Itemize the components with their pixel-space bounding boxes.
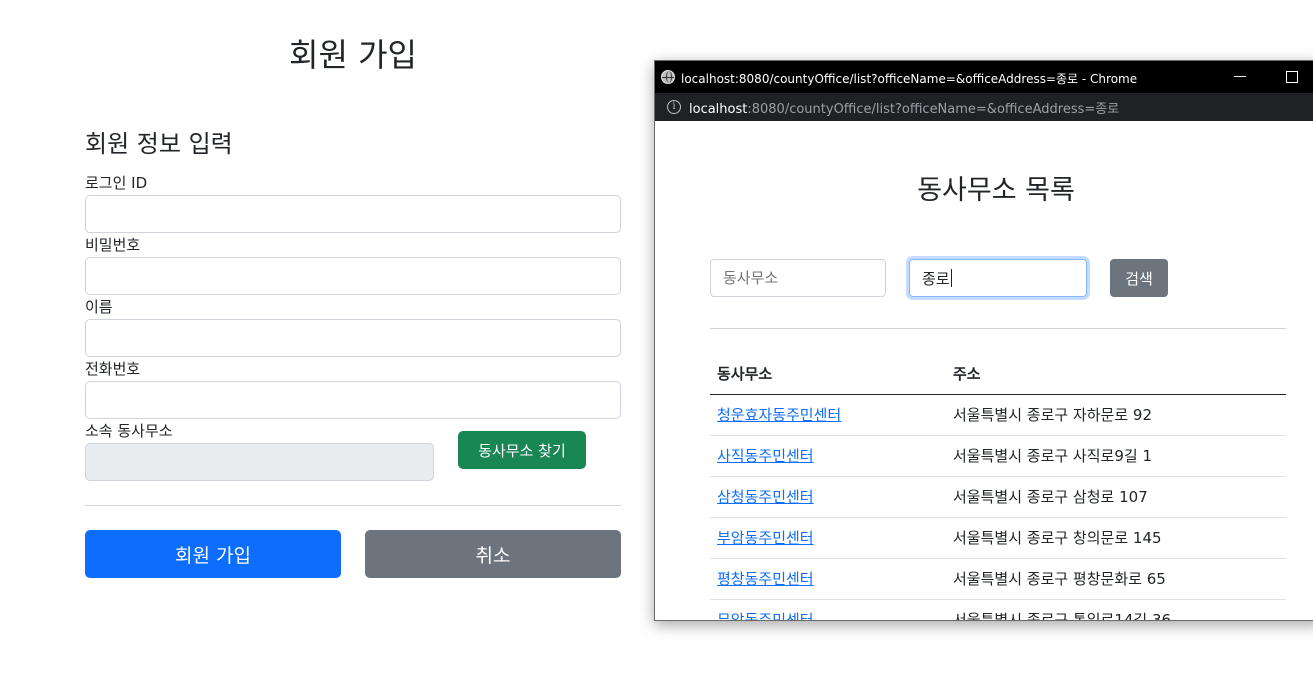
phone-label: 전화번호 [85, 360, 141, 378]
signup-submit-button[interactable]: 회원 가입 [85, 530, 341, 578]
office-table: 동사무소 주소 청운효자동주민센터 서울특별시 종로구 자하문로 92 사직동주… [710, 354, 1286, 620]
password-input[interactable] [85, 257, 621, 295]
minimize-icon[interactable]: — [1229, 67, 1251, 87]
table-row: 평창동주민센터 서울특별시 종로구 평창문화로 65 [710, 558, 1286, 600]
globe-icon [661, 70, 675, 84]
office-name-search-input[interactable] [710, 259, 886, 297]
office-address-search-input[interactable]: 종로 [909, 259, 1087, 297]
cancel-button[interactable]: 취소 [365, 530, 621, 578]
table-row: 무악동주민센터 서울특별시 종로구 통일로14길 36 [710, 599, 1286, 620]
info-icon[interactable]: i [667, 100, 681, 114]
office-link[interactable]: 삼청동주민센터 [717, 488, 814, 506]
office-address: 서울특별시 종로구 평창문화로 65 [946, 558, 1286, 600]
table-header-row: 동사무소 주소 [710, 354, 1286, 395]
popup-titlebar[interactable]: localhost:8080/countyOffice/list?officeN… [655, 61, 1313, 93]
page-title: 회원 가입 [289, 36, 417, 74]
maximize-icon[interactable] [1281, 67, 1303, 87]
name-label: 이름 [85, 298, 113, 316]
address-path: :8080/countyOffice/list?officeName=&offi… [747, 102, 1120, 117]
search-button[interactable]: 검색 [1110, 259, 1168, 297]
name-input[interactable] [85, 319, 621, 357]
table-row: 청운효자동주민센터 서울특별시 종로구 자하문로 92 [710, 394, 1286, 436]
section-title: 회원 정보 입력 [85, 130, 233, 158]
office-address: 서울특별시 종로구 창의문로 145 [946, 517, 1286, 559]
office-link[interactable]: 사직동주민센터 [717, 447, 814, 465]
text-caret [950, 269, 952, 287]
phone-input[interactable] [85, 381, 621, 419]
popup-heading: 동사무소 목록 [917, 175, 1075, 206]
table-row: 부암동주민센터 서울특별시 종로구 창의문로 145 [710, 517, 1286, 559]
office-search-popup: localhost:8080/countyOffice/list?officeN… [654, 60, 1313, 621]
office-link[interactable]: 부암동주민센터 [717, 529, 814, 547]
find-office-button[interactable]: 동사무소 찾기 [458, 431, 586, 469]
office-link[interactable]: 청운효자동주민센터 [717, 406, 841, 424]
form-divider [85, 505, 621, 506]
office-address: 서울특별시 종로구 삼청로 107 [946, 476, 1286, 518]
office-label: 소속 동사무소 [85, 422, 173, 440]
office-address: 서울특별시 종로구 사직로9길 1 [946, 435, 1286, 477]
popup-divider [710, 328, 1286, 329]
login-id-input[interactable] [85, 195, 621, 233]
table-row: 삼청동주민센터 서울특별시 종로구 삼청로 107 [710, 476, 1286, 518]
address-host: localhost [689, 102, 748, 117]
address-bar[interactable]: i localhost:8080/countyOffice/list?offic… [655, 93, 1313, 121]
popup-window-title: localhost:8080/countyOffice/list?officeN… [681, 72, 1138, 86]
office-link[interactable]: 평창동주민센터 [717, 570, 814, 588]
office-address: 서울특별시 종로구 통일로14길 36 [946, 599, 1286, 620]
office-input [85, 443, 434, 481]
address-url: localhost:8080/countyOffice/list?officeN… [689, 98, 1119, 117]
office-address: 서울특별시 종로구 자하문로 92 [946, 394, 1286, 436]
column-header-office: 동사무소 [710, 354, 946, 395]
password-label: 비밀번호 [85, 236, 141, 254]
table-row: 사직동주민센터 서울특별시 종로구 사직로9길 1 [710, 435, 1286, 477]
office-address-search-value: 종로 [922, 270, 950, 288]
office-link[interactable]: 무악동주민센터 [717, 611, 814, 620]
column-header-address: 주소 [946, 354, 1286, 395]
login-id-label: 로그인 ID [85, 174, 148, 192]
